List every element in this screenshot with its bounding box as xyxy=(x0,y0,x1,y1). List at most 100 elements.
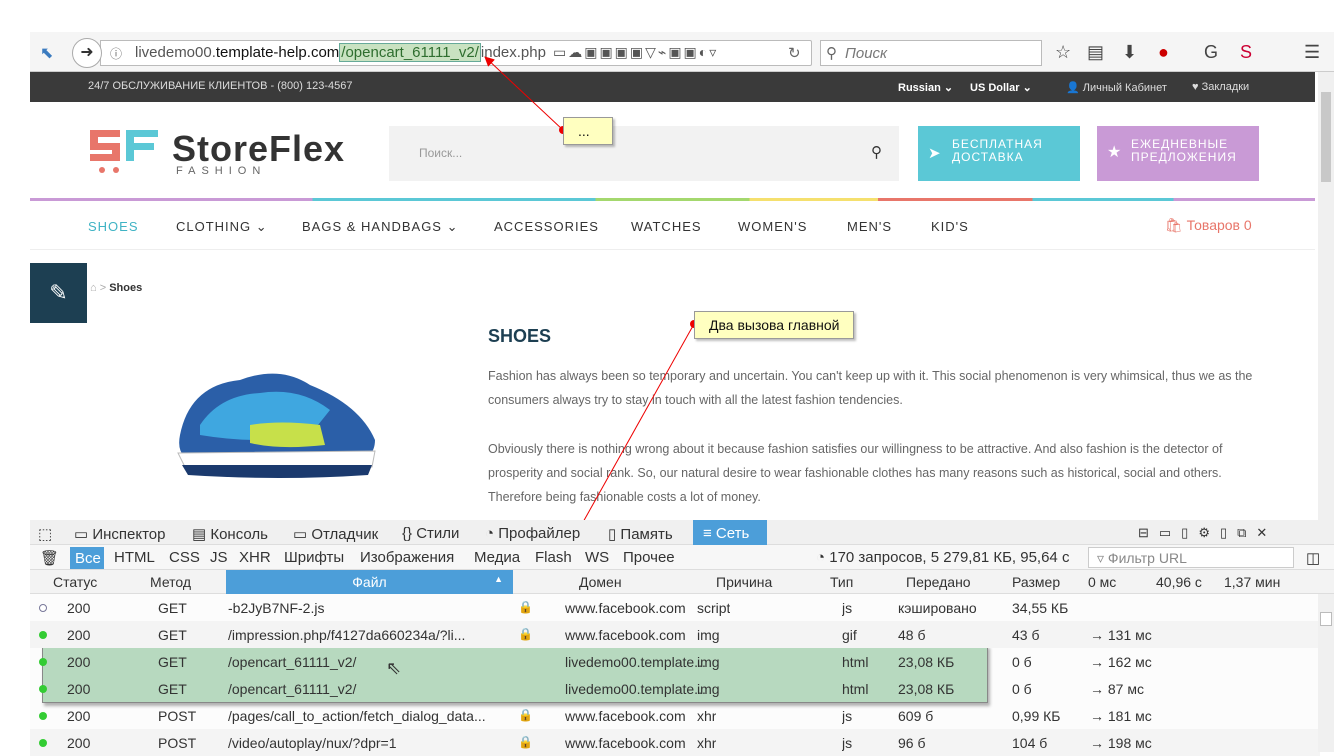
reading-list-icon[interactable]: ▤ xyxy=(1087,42,1104,63)
table-row[interactable]: 200 GET/opencart_61111_v2/livedemo00.temp… xyxy=(30,675,1320,702)
devtools-window-icons[interactable]: ⊟▭▯⚙▯⧉✕ xyxy=(1138,525,1277,541)
timeline-0[interactable]: 0 мс xyxy=(1088,574,1116,590)
reload-icon[interactable]: ↻ xyxy=(788,44,801,62)
network-scrollbar[interactable] xyxy=(1318,594,1334,752)
translate-icon[interactable]: G xyxy=(1204,42,1218,63)
tab-profiler-label: Профайлер xyxy=(498,525,581,542)
col-status[interactable]: Статус xyxy=(53,574,97,590)
filter-flash[interactable]: Flash xyxy=(535,549,572,566)
account-link[interactable]: 👤 Личный Кабинет xyxy=(1066,81,1167,94)
col-method[interactable]: Метод xyxy=(150,574,191,590)
tab-console[interactable]: ▤ Консоль xyxy=(192,525,268,543)
col-file[interactable]: Файл ▲ xyxy=(226,570,513,594)
url-text[interactable]: livedemo00.template-help.com/opencart_61… xyxy=(135,43,546,62)
col-domain[interactable]: Домен xyxy=(579,574,622,590)
cell-file: /impression.php/f4127da660234a/?li... xyxy=(228,627,466,643)
tab-memory[interactable]: ▯ Память xyxy=(608,525,673,543)
menu-icon[interactable]: ☰ xyxy=(1304,42,1320,63)
filter-fonts[interactable]: Шрифты xyxy=(284,549,344,566)
cell-status: 200 xyxy=(67,735,91,751)
extension-s-icon[interactable]: S xyxy=(1240,42,1252,63)
tab-inspector[interactable]: ▭ Инспектор xyxy=(74,525,166,543)
timeline-end[interactable]: 1,37 мин xyxy=(1224,574,1280,590)
browser-search-placeholder: Поиск xyxy=(845,45,888,62)
filter-images[interactable]: Изображения xyxy=(360,549,454,566)
home-icon[interactable]: ⌂ xyxy=(90,282,97,294)
cell-transferred: 23,08 КБ xyxy=(898,654,955,670)
nav-mens[interactable]: MEN'S xyxy=(847,219,892,234)
daily-deals-banner[interactable]: ★ ЕЖЕДНЕВНЫЕ ПРЕДЛОЖЕНИЯ xyxy=(1097,126,1259,181)
bookmark-star-icon[interactable]: ☆ xyxy=(1055,42,1071,63)
table-row[interactable]: 200 POST/pages/call_to_action/fetch_dialo… xyxy=(30,702,1320,729)
tab-profiler[interactable]: ◔ Профайлер xyxy=(485,525,580,542)
info-icon[interactable]: ⓘ xyxy=(110,45,122,62)
lock-icon: 🔒 xyxy=(518,735,533,749)
table-row[interactable]: 200 GET -b2JyB7NF-2.js www.facebook.com scri… xyxy=(30,594,1320,621)
category-description-1: Fashion has always been so temporary and… xyxy=(488,369,1253,407)
language-select[interactable]: Russian ⌄ xyxy=(898,81,953,94)
cell-method: GET xyxy=(158,681,187,697)
nav-accessories[interactable]: ACCESSORIES xyxy=(494,219,599,234)
adblock-icon[interactable]: ● xyxy=(1158,42,1169,63)
nav-bags[interactable]: BAGS & HANDBAGS ⌄ xyxy=(302,219,459,235)
url-prefix: livedemo00. xyxy=(135,44,216,61)
filter-all[interactable]: Все xyxy=(70,547,104,569)
nav-shoes[interactable]: SHOES xyxy=(88,219,139,234)
nav-kids[interactable]: KID'S xyxy=(931,219,969,234)
table-row[interactable]: 200 GET/opencart_61111_v2/livedemo00.temp… xyxy=(30,648,1320,675)
filter-xhr[interactable]: XHR xyxy=(239,549,271,566)
wishlist-link[interactable]: ♥ Закладки xyxy=(1192,81,1249,93)
trash-icon[interactable]: 🗑 xyxy=(40,549,59,567)
logo-text[interactable]: StoreFlex xyxy=(172,128,345,170)
pick-element-icon[interactable]: ⬚ xyxy=(38,525,52,543)
pick-element-icon[interactable]: ⬉ xyxy=(40,43,53,63)
page-scrollbar[interactable] xyxy=(1318,72,1334,520)
cell-time: → 162 мс xyxy=(1090,654,1152,670)
lock-icon: 🔒 xyxy=(518,627,533,641)
edit-pencil-icon[interactable]: ✎ xyxy=(30,263,87,323)
panel-toggle-icon[interactable]: ◫ xyxy=(1306,549,1320,567)
language-value: Russian xyxy=(898,82,941,94)
site-search-input[interactable]: Поиск... ⚲ xyxy=(389,126,899,181)
currency-select[interactable]: US Dollar ⌄ xyxy=(970,81,1032,94)
col-size[interactable]: Размер xyxy=(1012,574,1060,590)
filter-media[interactable]: Медиа xyxy=(474,549,520,566)
summary: ◔ 170 запросов, 5 279,81 КБ, 95,64 с xyxy=(816,549,1070,566)
account-label: Личный Кабинет xyxy=(1082,82,1167,94)
filter-url-placeholder: Фильтр URL xyxy=(1107,550,1187,566)
cell-transferred: кэшировано xyxy=(898,600,977,616)
col-file-label: Файл xyxy=(352,574,387,590)
nav-clothing[interactable]: CLOTHING ⌄ xyxy=(176,219,268,235)
filter-url-input[interactable]: ▿ Фильтр URL xyxy=(1088,547,1294,568)
table-row[interactable]: 200 GET/impression.php/f4127da660234a/?li… xyxy=(30,621,1320,648)
filter-ws[interactable]: WS xyxy=(585,549,609,566)
cell-file: /opencart_61111_v2/ xyxy=(228,654,357,670)
filter-css[interactable]: CSS xyxy=(169,549,200,566)
tab-styles[interactable]: {} Стили xyxy=(402,525,459,542)
cart-link[interactable]: 🛍 Товаров 0 xyxy=(1165,217,1252,234)
filter-html[interactable]: HTML xyxy=(114,549,155,566)
product-image-shoe[interactable] xyxy=(160,325,390,495)
cell-size: 104 б xyxy=(1012,735,1048,751)
free-shipping-banner[interactable]: ➤ БЕСПЛАТНАЯ ДОСТАВКА xyxy=(918,126,1080,181)
devtools-tabs: ⬚ ▭ Инспектор ▤ Консоль ▭ Отладчик {} Ст… xyxy=(30,520,1334,545)
tab-network[interactable]: ≡ Сеть xyxy=(693,520,767,545)
annotation-note-1: ... xyxy=(563,117,613,145)
browser-search-input[interactable]: ⚲ Поиск xyxy=(820,40,1042,66)
filter-other[interactable]: Прочее xyxy=(623,549,675,566)
nav-watches[interactable]: WATCHES xyxy=(631,219,702,234)
site-search-placeholder: Поиск... xyxy=(419,146,463,160)
col-cause[interactable]: Причина xyxy=(716,574,772,590)
timeline-mid[interactable]: 40,96 с xyxy=(1156,574,1202,590)
logo-mark[interactable] xyxy=(88,128,160,176)
col-type[interactable]: Тип xyxy=(830,574,853,590)
download-icon[interactable]: ⬇ xyxy=(1122,42,1137,63)
col-transferred[interactable]: Передано xyxy=(906,574,971,590)
search-icon: ⚲ xyxy=(826,45,837,62)
nav-womens[interactable]: WOMEN'S xyxy=(738,219,807,234)
back-button[interactable]: ➜ xyxy=(72,38,102,68)
search-icon[interactable]: ⚲ xyxy=(871,143,882,161)
filter-js[interactable]: JS xyxy=(210,549,228,566)
tab-debugger[interactable]: ▭ Отладчик xyxy=(293,525,378,543)
extension-icons[interactable]: ▭☁▣▣▣▣▽⌁▣▣◐▿ xyxy=(553,44,718,61)
